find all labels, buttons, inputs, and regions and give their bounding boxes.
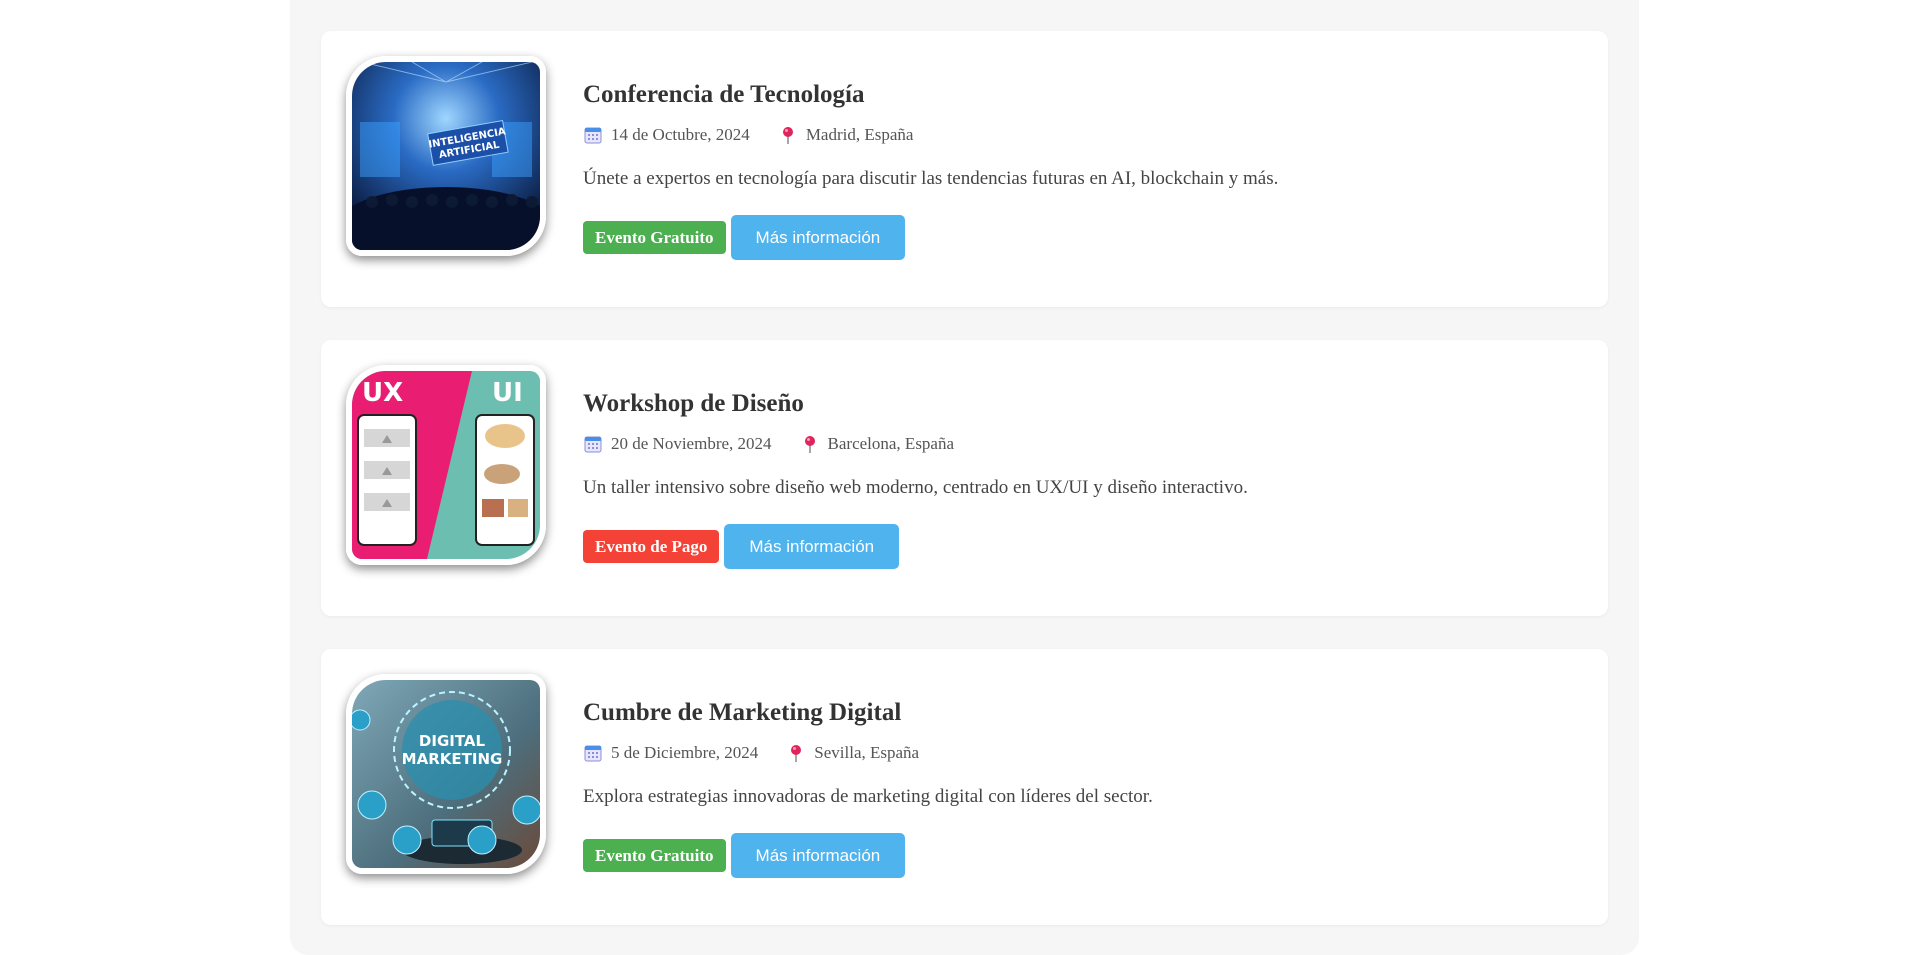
more-info-button[interactable]: Más información [730,215,906,260]
event-description: Únete a expertos en tecnología para disc… [583,168,1279,189]
calendar-icon [583,125,603,145]
svg-text:DIGITAL: DIGITAL [419,732,486,750]
event-description: Explora estrategias innovadoras de marke… [583,786,1153,807]
pin-icon [800,434,820,454]
event-title: Conferencia de Tecnología [583,81,865,108]
event-title: Workshop de Diseño [583,390,804,417]
event-date: 5 de Diciembre, 2024 [611,743,759,762]
event-title: Cumbre de Marketing Digital [583,699,902,726]
event-badge: Evento Gratuito [583,839,726,872]
svg-text:UI: UI [492,378,523,408]
calendar-icon [583,743,603,763]
event-date: 20 de Noviembre, 2024 [611,434,772,453]
pin-icon [778,125,798,145]
event-image-digital-marketing: DIGITAL MARKETING [346,674,546,874]
svg-text:MARKETING: MARKETING [402,750,503,768]
event-description: Un taller intensivo sobre diseño web mod… [583,477,1248,498]
event-location: Sevilla, España [814,743,920,762]
event-date: 14 de Octubre, 2024 [611,125,750,144]
events-container: INTELIGENCIA ARTIFICIAL Conferencia de T… [290,0,1639,955]
calendar-icon [583,434,603,454]
svg-text:UX: UX [362,378,403,408]
event-card: INTELIGENCIA ARTIFICIAL Conferencia de T… [321,31,1608,307]
event-card: UX UI Workshop de Diseño 20 de Noviembre… [321,340,1608,616]
event-location: Barcelona, España [827,434,955,453]
event-badge: Evento Gratuito [583,221,726,254]
more-info-button[interactable]: Más información [724,524,900,569]
pin-icon [786,743,806,763]
event-badge: Evento de Pago [583,530,720,563]
more-info-button[interactable]: Más información [730,833,906,878]
event-image-ai-conference: INTELIGENCIA ARTIFICIAL [346,56,546,256]
event-card: DIGITAL MARKETING Cumbre de Marketing Di… [321,649,1608,925]
event-image-ux-ui: UX UI [346,365,546,565]
event-location: Madrid, España [805,125,914,144]
